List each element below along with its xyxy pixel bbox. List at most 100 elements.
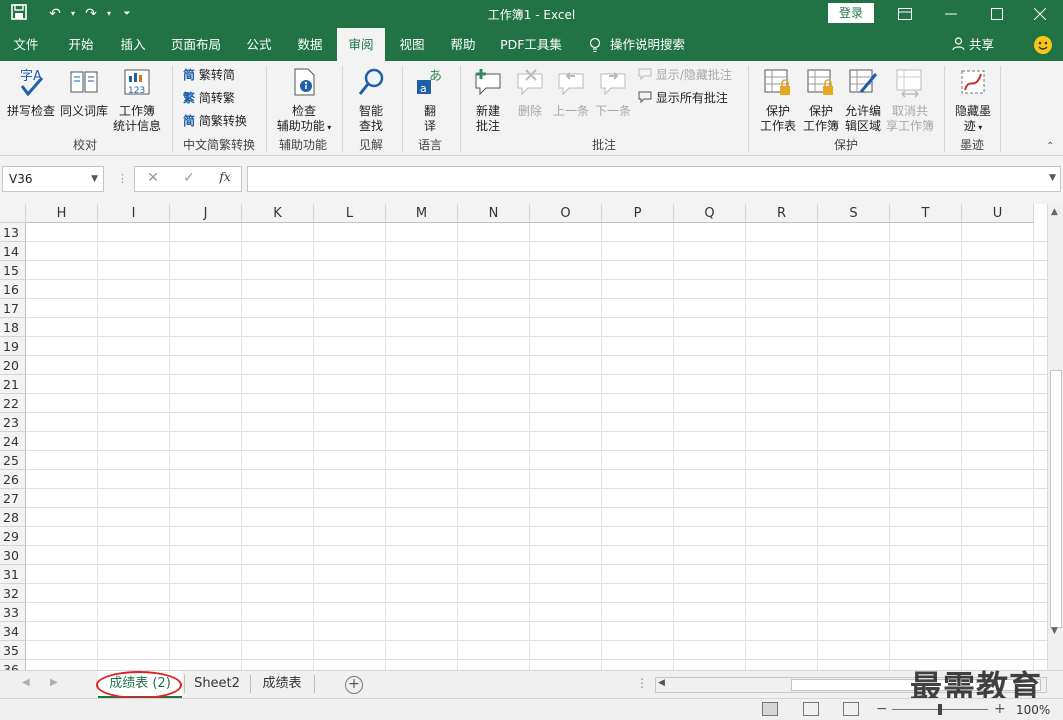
column-header[interactable]: L bbox=[314, 204, 386, 223]
add-sheet-icon[interactable]: + bbox=[345, 676, 363, 694]
row-header[interactable]: 30 bbox=[0, 546, 26, 565]
previous-comment-button[interactable]: 上一条 bbox=[551, 66, 591, 119]
row-header[interactable]: 33 bbox=[0, 603, 26, 622]
row-header[interactable]: 16 bbox=[0, 280, 26, 299]
tab-home[interactable]: 开始 bbox=[55, 28, 107, 61]
column-header[interactable]: N bbox=[458, 204, 530, 223]
column-header[interactable]: O bbox=[530, 204, 602, 223]
previous-sheet-icon[interactable]: ◀ bbox=[22, 677, 30, 688]
show-all-comments-button[interactable]: 显示所有批注 bbox=[638, 88, 728, 108]
zoom-level[interactable]: 100% bbox=[1016, 703, 1050, 717]
column-header[interactable]: T bbox=[890, 204, 962, 223]
row-header[interactable]: 14 bbox=[0, 242, 26, 261]
select-all-corner[interactable] bbox=[0, 204, 26, 223]
allow-edit-ranges-button[interactable]: 允许编 辑区域 bbox=[842, 66, 884, 134]
unshare-workbook-button[interactable]: 取消共 享工作簿 bbox=[884, 66, 936, 134]
sheet-tab-score[interactable]: 成绩表 bbox=[252, 671, 312, 698]
protect-workbook-button[interactable]: 保护 工作簿 bbox=[800, 66, 842, 134]
column-header[interactable]: R bbox=[746, 204, 818, 223]
next-sheet-icon[interactable]: ▶ bbox=[50, 677, 58, 688]
row-header[interactable]: 15 bbox=[0, 261, 26, 280]
column-header[interactable]: K bbox=[242, 204, 314, 223]
zoom-out-icon[interactable]: − bbox=[876, 701, 888, 717]
row-header[interactable]: 31 bbox=[0, 565, 26, 584]
row-header[interactable]: 13 bbox=[0, 223, 26, 242]
feedback-smiley-icon[interactable] bbox=[1034, 36, 1052, 54]
page-layout-view-icon[interactable] bbox=[803, 702, 819, 716]
column-header[interactable]: S bbox=[818, 204, 890, 223]
row-header[interactable]: 21 bbox=[0, 375, 26, 394]
row-header[interactable]: 32 bbox=[0, 584, 26, 603]
row-header[interactable]: 18 bbox=[0, 318, 26, 337]
row-header[interactable]: 25 bbox=[0, 451, 26, 470]
normal-view-icon[interactable] bbox=[762, 702, 778, 716]
row-header[interactable]: 36 bbox=[0, 660, 26, 670]
login-button[interactable]: 登录 bbox=[828, 3, 874, 23]
ribbon-display-options-icon[interactable] bbox=[882, 0, 928, 28]
page-break-view-icon[interactable] bbox=[843, 702, 859, 716]
next-comment-button[interactable]: 下一条 bbox=[593, 66, 633, 119]
tab-formulas[interactable]: 公式 bbox=[235, 28, 283, 61]
insert-function-icon[interactable]: fx bbox=[213, 170, 237, 184]
thesaurus-button[interactable]: 同义词库 bbox=[58, 66, 110, 119]
row-header[interactable]: 27 bbox=[0, 489, 26, 508]
tab-insert[interactable]: 插入 bbox=[107, 28, 159, 61]
collapse-ribbon-icon[interactable]: ⌃ bbox=[1046, 141, 1054, 152]
row-header[interactable]: 35 bbox=[0, 641, 26, 660]
name-box[interactable]: V36 ▼ bbox=[2, 166, 104, 192]
share-button[interactable]: 共享 bbox=[952, 28, 994, 61]
row-header[interactable]: 20 bbox=[0, 356, 26, 375]
hide-ink-button[interactable]: 隐藏墨 迹 ▾ bbox=[950, 66, 996, 135]
sheet-tab-sheet2[interactable]: Sheet2 bbox=[186, 671, 248, 698]
maximize-icon[interactable] bbox=[974, 0, 1020, 28]
protect-sheet-button[interactable]: 保护 工作表 bbox=[756, 66, 800, 134]
smart-lookup-button[interactable]: 智能 查找 bbox=[348, 66, 394, 134]
tab-file[interactable]: 文件 bbox=[0, 28, 52, 61]
tell-me-search[interactable]: 操作说明搜索 bbox=[610, 28, 692, 61]
vertical-scroll-thumb[interactable] bbox=[1050, 370, 1062, 628]
tab-review[interactable]: 审阅 bbox=[337, 28, 385, 61]
cancel-icon[interactable]: ✕ bbox=[141, 170, 165, 186]
workbook-statistics-button[interactable]: 123 工作簿 统计信息 bbox=[110, 66, 164, 134]
zoom-slider-thumb[interactable] bbox=[938, 704, 942, 715]
column-header[interactable]: P bbox=[602, 204, 674, 223]
simplified-to-traditional-button[interactable]: 繁 简转繁 bbox=[183, 88, 235, 108]
split-handle-icon[interactable]: ⋮ bbox=[636, 676, 648, 690]
tab-data[interactable]: 数据 bbox=[287, 28, 333, 61]
column-header[interactable]: J bbox=[170, 204, 242, 223]
translate-button[interactable]: aあ 翻 译 bbox=[408, 66, 452, 134]
tab-help[interactable]: 帮助 bbox=[440, 28, 486, 61]
scroll-down-icon[interactable]: ▼ bbox=[1051, 626, 1058, 636]
scroll-left-icon[interactable]: ◀ bbox=[658, 678, 665, 688]
row-header[interactable]: 34 bbox=[0, 622, 26, 641]
row-header[interactable]: 29 bbox=[0, 527, 26, 546]
row-header[interactable]: 23 bbox=[0, 413, 26, 432]
worksheet-grid[interactable]: H I J K L M N O P Q R S T U 13 14 15 16 17 18 19 20 21 22 23 24 25… bbox=[0, 204, 1047, 670]
tab-page-layout[interactable]: 页面布局 bbox=[165, 28, 227, 61]
expand-formula-bar-icon[interactable]: ▼ bbox=[1049, 173, 1056, 183]
close-icon[interactable] bbox=[1017, 0, 1063, 28]
row-header[interactable]: 19 bbox=[0, 337, 26, 356]
resize-handle-icon[interactable]: ⋮ bbox=[117, 172, 128, 185]
column-header[interactable]: M bbox=[386, 204, 458, 223]
column-header[interactable]: I bbox=[98, 204, 170, 223]
show-hide-comment-button[interactable]: 显示/隐藏批注 bbox=[638, 65, 732, 85]
check-accessibility-button[interactable]: 检查 辅助功能 ▾ bbox=[272, 66, 336, 135]
chevron-down-icon[interactable]: ▼ bbox=[91, 167, 98, 191]
tab-view[interactable]: 视图 bbox=[390, 28, 434, 61]
delete-comment-button[interactable]: 删除 bbox=[511, 66, 549, 119]
vertical-scrollbar[interactable]: ▲ ▼ bbox=[1047, 204, 1063, 670]
column-header[interactable]: Q bbox=[674, 204, 746, 223]
tab-pdf-tools[interactable]: PDF工具集 bbox=[494, 28, 568, 61]
scroll-up-icon[interactable]: ▲ bbox=[1051, 207, 1058, 217]
minimize-icon[interactable] bbox=[928, 0, 974, 28]
row-header[interactable]: 28 bbox=[0, 508, 26, 527]
row-header[interactable]: 24 bbox=[0, 432, 26, 451]
row-header[interactable]: 26 bbox=[0, 470, 26, 489]
row-header[interactable]: 22 bbox=[0, 394, 26, 413]
traditional-to-simplified-button[interactable]: 简 繁转简 bbox=[183, 65, 235, 85]
new-comment-button[interactable]: 新建 批注 bbox=[466, 66, 510, 134]
zoom-in-icon[interactable]: + bbox=[994, 701, 1006, 717]
formula-input[interactable]: ▼ bbox=[247, 166, 1061, 192]
row-header[interactable]: 17 bbox=[0, 299, 26, 318]
